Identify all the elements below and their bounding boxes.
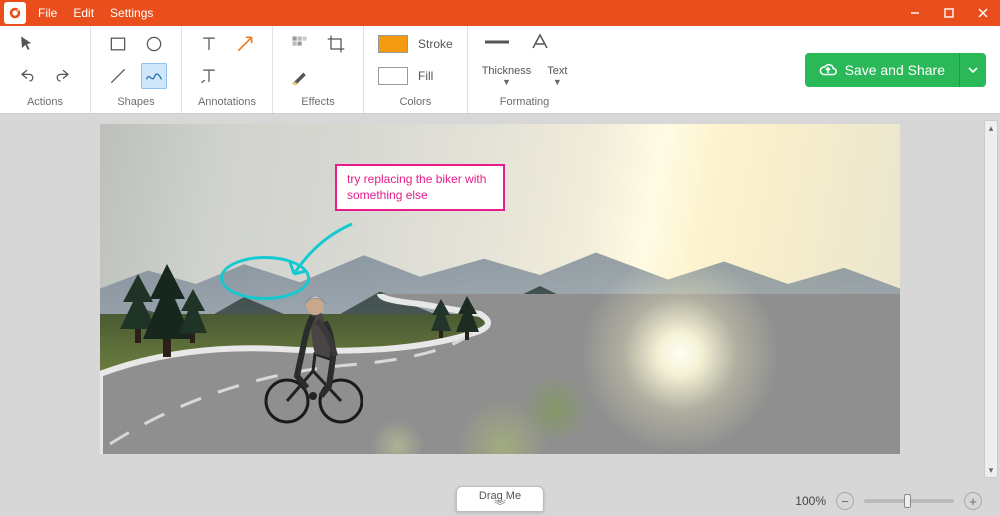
arrow-annot-icon[interactable] xyxy=(232,31,258,57)
scroll-up-icon[interactable]: ▴ xyxy=(985,121,997,135)
menu-settings[interactable]: Settings xyxy=(104,2,159,24)
title-bar: File Edit Settings xyxy=(0,0,1000,26)
group-annotations: Annotations xyxy=(182,26,273,113)
thickness-label: Thickness xyxy=(482,65,532,77)
pixelate-tool-icon[interactable] xyxy=(287,31,313,57)
zoom-slider[interactable] xyxy=(864,499,954,503)
save-share-caret[interactable] xyxy=(959,53,986,87)
zoom-level: 100% xyxy=(795,494,826,508)
crop-tool-icon[interactable] xyxy=(323,31,349,57)
save-share-label: Save and Share xyxy=(845,62,945,78)
scroll-down-icon[interactable]: ▾ xyxy=(985,463,997,477)
zoom-controls: 100% − + xyxy=(795,492,982,510)
group-shapes: Shapes xyxy=(91,26,182,113)
text-arrow-tool-icon[interactable] xyxy=(196,63,222,89)
fill-label: Fill xyxy=(418,69,433,83)
save-share-group: Save and Share xyxy=(805,53,986,87)
group-actions: Actions xyxy=(0,26,91,113)
maximize-button[interactable] xyxy=(932,0,966,26)
thickness-dropdown[interactable]: ▼ xyxy=(502,77,511,87)
status-bar: Drag Me ︾ 100% − + xyxy=(0,484,1000,516)
highlighter-tool-icon[interactable] xyxy=(287,63,313,89)
cloud-upload-icon xyxy=(819,61,837,79)
close-button[interactable] xyxy=(966,0,1000,26)
undo-icon[interactable] xyxy=(14,63,40,89)
annotation-textbox[interactable]: try replacing the biker with something e… xyxy=(335,164,505,211)
fill-color-swatch[interactable] xyxy=(378,67,408,85)
curve-tool-icon[interactable] xyxy=(141,63,167,89)
stroke-label: Stroke xyxy=(418,37,453,51)
group-effects-label: Effects xyxy=(301,96,334,111)
image-canvas[interactable]: try replacing the biker with something e… xyxy=(100,124,900,454)
ellipse-tool-icon[interactable] xyxy=(141,31,167,57)
group-colors: Stroke Fill Colors xyxy=(364,26,468,113)
group-actions-label: Actions xyxy=(27,96,63,111)
group-annotations-label: Annotations xyxy=(198,96,256,111)
vertical-scrollbar[interactable]: ▴ ▾ xyxy=(984,120,998,478)
text-tool-icon[interactable] xyxy=(196,31,222,57)
minimize-button[interactable] xyxy=(898,0,932,26)
zoom-in-button[interactable]: + xyxy=(964,492,982,510)
group-formating: Thickness ▼ Text ▼ Formating xyxy=(468,26,582,113)
group-effects: Effects xyxy=(273,26,364,113)
group-formating-label: Formating xyxy=(500,96,550,111)
annotation-arrow[interactable] xyxy=(282,219,362,289)
chevron-double-down-icon: ︾ xyxy=(479,502,521,510)
menu-bar: File Edit Settings xyxy=(32,2,159,24)
ribbon-toolbar: Actions Shapes Annotations xyxy=(0,26,1000,114)
save-share-button[interactable]: Save and Share xyxy=(805,53,959,87)
menu-edit[interactable]: Edit xyxy=(67,2,100,24)
stroke-color-swatch[interactable] xyxy=(378,35,408,53)
rectangle-tool-icon[interactable] xyxy=(105,31,131,57)
workspace: try replacing the biker with something e… xyxy=(0,114,1000,484)
group-shapes-label: Shapes xyxy=(117,96,154,111)
text-dropdown[interactable]: ▼ xyxy=(553,77,562,87)
text-format-icon xyxy=(530,33,550,51)
line-tool-icon[interactable] xyxy=(105,63,131,89)
drag-handle[interactable]: Drag Me ︾ xyxy=(456,486,544,512)
app-logo-icon xyxy=(4,2,26,24)
text-label: Text xyxy=(547,65,567,77)
chevron-down-icon xyxy=(968,65,978,75)
thickness-icon xyxy=(482,34,512,50)
window-controls xyxy=(898,0,1000,26)
cursor-tool-icon[interactable] xyxy=(14,31,40,57)
zoom-out-button[interactable]: − xyxy=(836,492,854,510)
group-colors-label: Colors xyxy=(399,96,431,111)
redo-icon[interactable] xyxy=(50,63,76,89)
menu-file[interactable]: File xyxy=(32,2,63,24)
